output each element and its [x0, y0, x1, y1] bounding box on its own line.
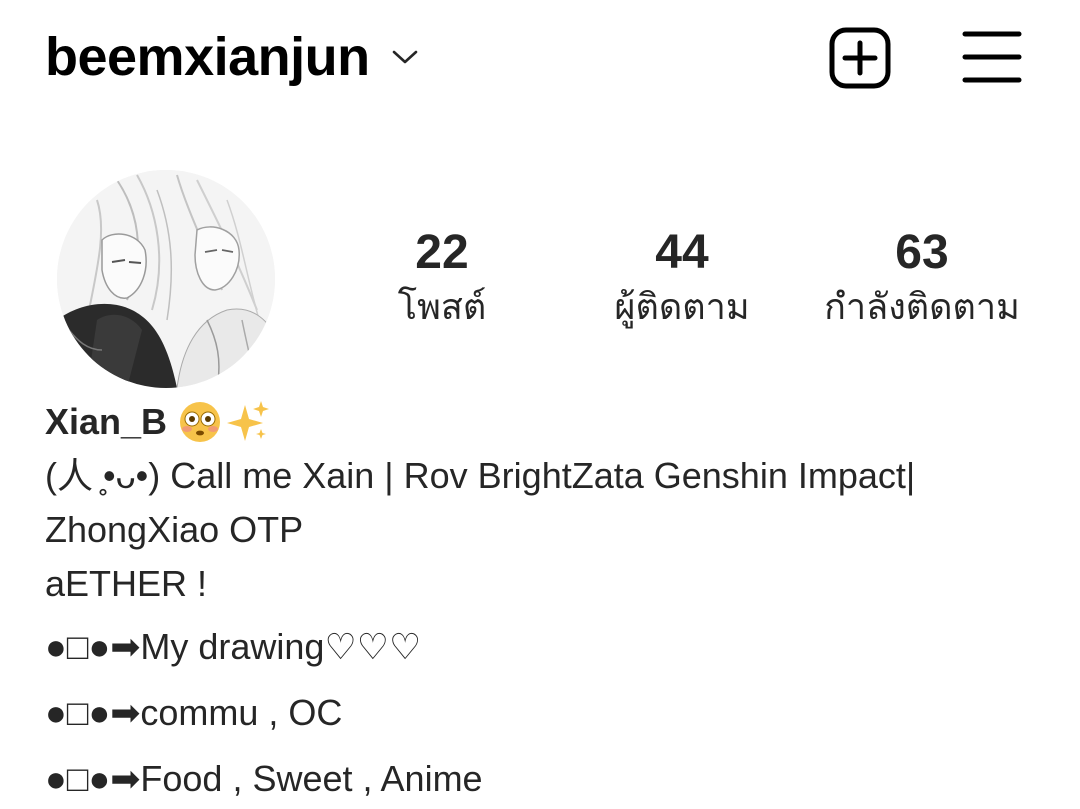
bio-line-3: aETHER !: [45, 563, 208, 604]
flushed-face-icon: [180, 402, 221, 442]
account-switcher[interactable]: beemxianjun: [45, 26, 420, 88]
posts-label: โพสต์: [397, 286, 487, 327]
avatar-sketch-image: [57, 170, 275, 388]
hamburger-menu-icon[interactable]: [962, 30, 1022, 84]
bio-line-1: (人 ̥•ᴗ•) Call me Xain | Rov BrightZata G…: [45, 455, 916, 496]
avatar[interactable]: [57, 170, 275, 388]
display-name-row: Xian_B: [45, 395, 1045, 449]
bio-line-5: ●□●➡commu , OC: [45, 692, 343, 733]
sparkles-icon: [227, 401, 270, 441]
new-post-plus-icon[interactable]: [829, 27, 891, 89]
bio-line-6: ●□●➡Food , Sweet , Anime: [45, 758, 483, 799]
profile-bio: Xian_B (人 ̥•ᴗ•) Call me Xain | Rov Brigh…: [45, 395, 1045, 809]
top-header: beemxianjun: [0, 0, 1080, 120]
stat-following[interactable]: 63 กำลังติดตาม: [802, 222, 1042, 330]
stat-posts[interactable]: 22 โพสต์: [322, 222, 562, 330]
username: beemxianjun: [45, 27, 370, 87]
followers-count: 44: [655, 226, 709, 279]
bio-line-4: ●□●➡My drawing♡♡♡: [45, 626, 422, 667]
posts-count: 22: [415, 226, 469, 279]
following-count: 63: [895, 226, 949, 279]
followers-label: ผู้ติดตาม: [614, 286, 750, 327]
following-label: กำลังติดตาม: [824, 286, 1020, 327]
stat-followers[interactable]: 44 ผู้ติดตาม: [562, 222, 802, 330]
chevron-down-icon: [392, 50, 417, 64]
bio-line-2: ZhongXiao OTP: [45, 509, 304, 550]
display-name: Xian_B: [45, 401, 168, 442]
profile-stats: 22 โพสต์ 44 ผู้ติดตาม 63 กำลังติดตาม: [322, 222, 1052, 342]
